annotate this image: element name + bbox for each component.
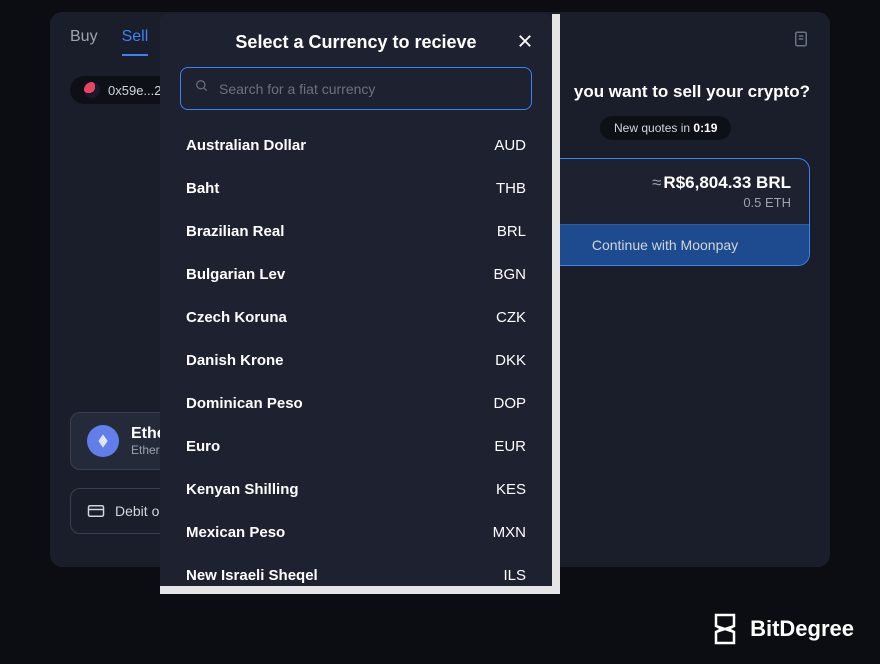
document-icon[interactable] bbox=[792, 30, 810, 53]
currency-code: ILS bbox=[503, 567, 526, 584]
currency-item[interactable]: Czech Koruna CZK bbox=[180, 296, 532, 339]
search-box[interactable] bbox=[180, 67, 532, 110]
currency-name: Kenyan Shilling bbox=[186, 481, 299, 498]
currency-item[interactable]: Kenyan Shilling KES bbox=[180, 468, 532, 511]
currency-name: Dominican Peso bbox=[186, 395, 303, 412]
currency-item[interactable]: Dominican Peso DOP bbox=[180, 382, 532, 425]
tab-sell[interactable]: Sell bbox=[122, 28, 149, 56]
quotes-countdown: New quotes in 0:19 bbox=[600, 116, 731, 140]
currency-name: Mexican Peso bbox=[186, 524, 285, 541]
tab-buy[interactable]: Buy bbox=[70, 28, 98, 56]
currency-code: BRL bbox=[497, 223, 526, 240]
currency-item[interactable]: Bulgarian Lev BGN bbox=[180, 253, 532, 296]
currency-code: CZK bbox=[496, 309, 526, 326]
currency-code: THB bbox=[496, 180, 526, 197]
currency-code: MXN bbox=[493, 524, 526, 541]
currency-code: KES bbox=[496, 481, 526, 498]
currency-item[interactable]: Australian Dollar AUD bbox=[180, 124, 532, 167]
wallet-icon bbox=[84, 82, 100, 98]
currency-code: DKK bbox=[495, 352, 526, 369]
quote-card[interactable]: ≈R$6,804.33 BRL 0.5 ETH Continue with Mo… bbox=[520, 158, 810, 266]
payment-label: Debit or bbox=[115, 503, 164, 519]
continue-button[interactable]: Continue with Moonpay bbox=[521, 224, 809, 265]
currency-name: Baht bbox=[186, 180, 219, 197]
quote-title: you want to sell your crypto? bbox=[520, 82, 810, 102]
quote-amount: ≈R$6,804.33 BRL bbox=[539, 173, 791, 193]
currency-item[interactable]: Euro EUR bbox=[180, 425, 532, 468]
currency-list[interactable]: Australian Dollar AUD Baht THB Brazilian Rea… bbox=[160, 124, 552, 594]
quote-sub: 0.5 ETH bbox=[539, 195, 791, 210]
currency-code: AUD bbox=[494, 137, 526, 154]
currency-modal: Select a Currency to recieve Australian … bbox=[160, 14, 552, 594]
watermark: BitDegree bbox=[710, 612, 854, 646]
currency-code: BGN bbox=[493, 266, 526, 283]
currency-item[interactable]: Brazilian Real BRL bbox=[180, 210, 532, 253]
currency-code: DOP bbox=[493, 395, 526, 412]
currency-name: Euro bbox=[186, 438, 220, 455]
currency-name: Bulgarian Lev bbox=[186, 266, 285, 283]
close-icon[interactable] bbox=[516, 32, 534, 55]
currency-name: New Israeli Sheqel bbox=[186, 567, 318, 584]
currency-item[interactable]: New Israeli Sheqel ILS bbox=[180, 554, 532, 594]
currency-item[interactable]: Danish Krone DKK bbox=[180, 339, 532, 382]
modal-title: Select a Currency to recieve bbox=[235, 32, 476, 53]
search-icon bbox=[195, 79, 209, 98]
currency-name: Brazilian Real bbox=[186, 223, 284, 240]
currency-code: EUR bbox=[494, 438, 526, 455]
currency-name: Australian Dollar bbox=[186, 137, 306, 154]
quote-panel: you want to sell your crypto? New quotes… bbox=[520, 82, 810, 266]
currency-name: Danish Krone bbox=[186, 352, 284, 369]
ethereum-icon bbox=[87, 425, 119, 457]
currency-name: Czech Koruna bbox=[186, 309, 287, 326]
search-input[interactable] bbox=[219, 81, 517, 97]
card-icon bbox=[87, 504, 105, 518]
currency-item[interactable]: Mexican Peso MXN bbox=[180, 511, 532, 554]
currency-item[interactable]: Baht THB bbox=[180, 167, 532, 210]
